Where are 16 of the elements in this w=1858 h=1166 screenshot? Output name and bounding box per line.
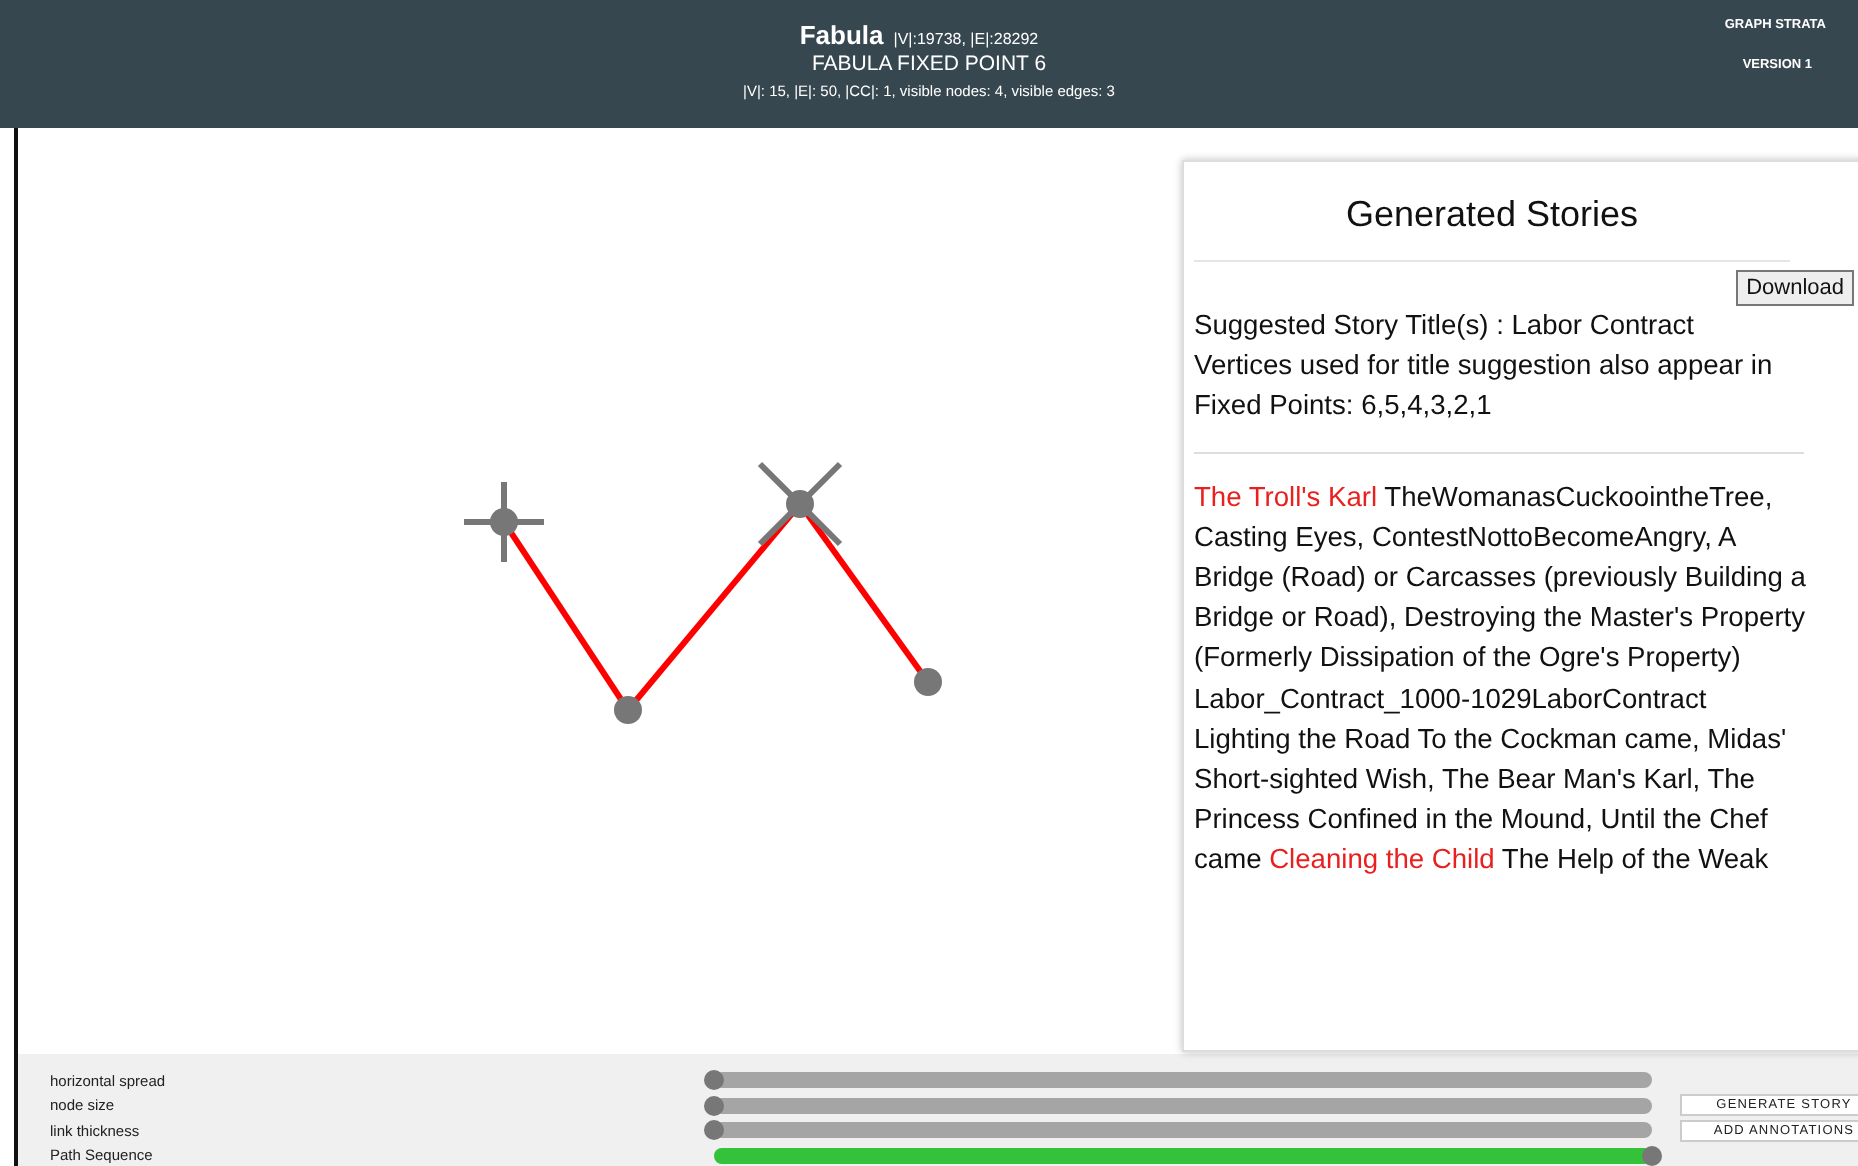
title-suggestion: Vertices used for title suggestion also appear in Fixed Points: 6,5,4,3,2,1 xyxy=(1194,348,1775,425)
node-cross-icon[interactable] xyxy=(464,482,544,562)
app-title: Fabula xyxy=(799,20,884,50)
node-x-icon[interactable] xyxy=(757,461,843,547)
slider-thumb[interactable] xyxy=(704,1095,724,1116)
panel-title: Generated Stories xyxy=(1194,162,1790,262)
story-text: The Troll's Karl TheWomanasCuckoointheTree, Casting Eyes, ContestNottoBecomeAngry, A Bridge (Road) or Carcasses (previously Building a Bridge or Road), Destroying the Master's Property (Formerly Dissipation of the Ogre's Property) Labor_Contract_1000-1029LaborContract Lighting the Road To the Cockman came, Midas' Short-sighted Wish, The Bear Man's Karl, The Princess Confined in the Mound, Until the Chef came Cleaning the Child The Help of the Weak xyxy=(1194,479,1808,879)
title-suggestion: Suggested Story Title(s) : Labor Contract xyxy=(1194,308,1696,344)
fixed-point-title: FABULA FIXED POINT 6 xyxy=(811,52,1047,76)
graph-node[interactable] xyxy=(614,696,642,724)
slider-thumb[interactable] xyxy=(704,1120,724,1141)
graph-node[interactable] xyxy=(914,668,942,696)
download-button[interactable]: Download xyxy=(1736,270,1854,306)
slider-thumb[interactable] xyxy=(704,1070,724,1091)
slider-thumb[interactable] xyxy=(1642,1145,1662,1166)
graph-stats: |V|:19738, |E|:28292 xyxy=(893,30,1039,48)
